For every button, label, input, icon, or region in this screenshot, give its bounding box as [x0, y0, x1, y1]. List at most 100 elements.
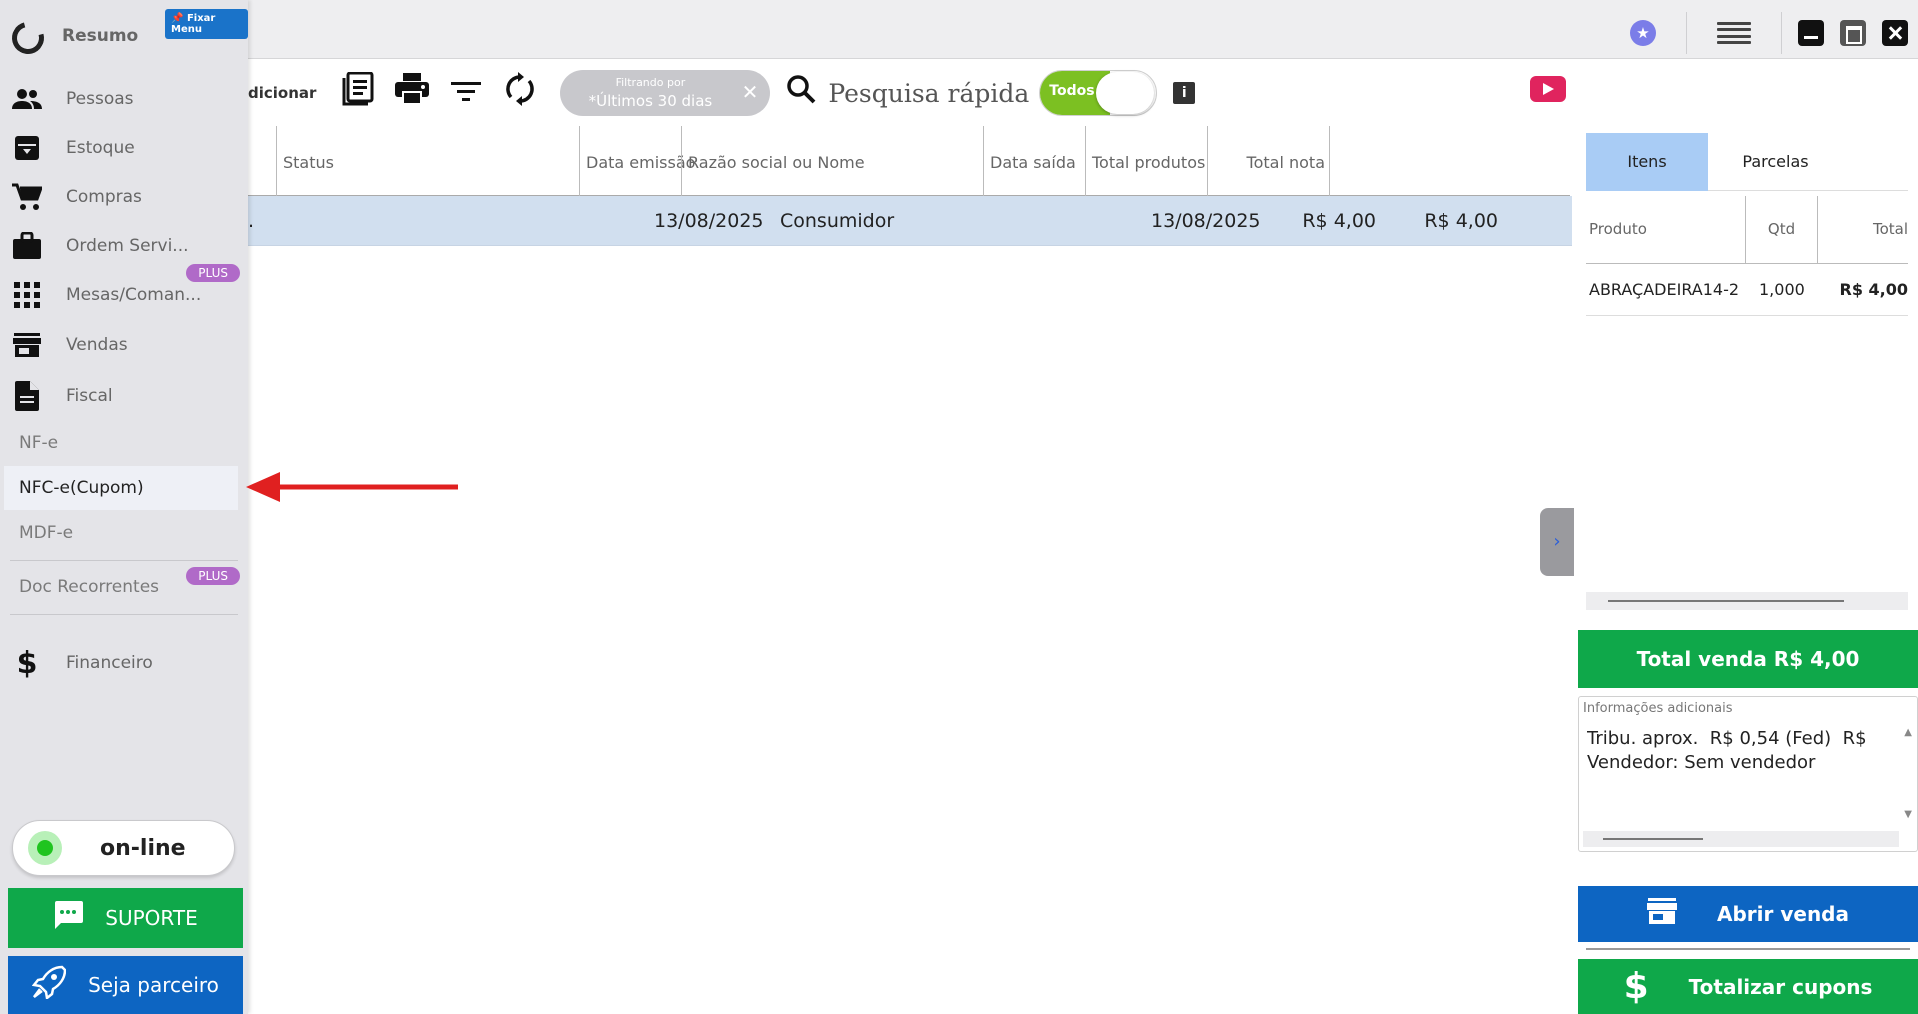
filter-caption: Filtrando por — [615, 76, 686, 89]
column-header[interactable]: Produto — [1589, 196, 1647, 264]
maximize-icon[interactable] — [1840, 20, 1866, 46]
grid-icon — [10, 278, 44, 312]
sidebar-header[interactable]: Resumo 📌 Fixar Menu — [0, 0, 248, 70]
item-produto: ABRAÇADEIRA14-2 — [1589, 280, 1740, 299]
clear-filter-icon[interactable]: ✕ — [742, 80, 759, 104]
column-header[interactable]: Total nota — [1207, 126, 1330, 196]
tab-itens[interactable]: Itens — [1586, 133, 1708, 191]
total-venda-button[interactable]: Total venda R$ 4,00 — [1578, 630, 1918, 688]
todos-toggle[interactable]: Todos — [1039, 70, 1158, 116]
partner-button[interactable]: Seja parceiro — [8, 956, 243, 1014]
sidebar-title[interactable]: Resumo — [62, 26, 138, 46]
report-list-icon[interactable] — [338, 71, 378, 114]
sidebar-item-ordem-servico[interactable]: Ordem Servi... — [0, 223, 248, 269]
chat-icon — [53, 900, 84, 936]
cell-razao-social: Consumidor — [780, 210, 895, 232]
dollar-icon: $ — [16, 645, 38, 681]
title-bar: ★ — [0, 0, 1918, 59]
sidebar-subitem-nfe[interactable]: NF-e — [4, 421, 238, 465]
abrir-venda-button[interactable]: Abrir venda — [1578, 886, 1918, 942]
additional-info-box[interactable]: Informações adicionais Tribu. aprox. R$ … — [1578, 696, 1918, 852]
search-icon[interactable] — [786, 74, 816, 112]
scroll-down-icon[interactable]: ▼ — [1904, 809, 1912, 820]
column-header[interactable]: Total — [1817, 196, 1908, 264]
filter-icon[interactable] — [446, 76, 486, 111]
cell-total-produtos: R$ 4,00 — [1302, 210, 1376, 232]
column-header[interactable]: Qtd — [1745, 196, 1817, 264]
search-input[interactable]: Pesquisa rápida — [828, 79, 1029, 108]
filter-chip[interactable]: Filtrando por *Últimos 30 dias ✕ — [560, 70, 771, 116]
hamburger-menu-icon[interactable] — [1717, 20, 1751, 46]
cart-icon — [10, 180, 44, 214]
cell-data-emissao: 13/08/2025 — [654, 210, 764, 232]
sidebar-item-pessoas[interactable]: Pessoas — [0, 76, 248, 122]
add-button[interactable]: dicionar — [248, 84, 316, 102]
briefcase-icon — [10, 229, 44, 263]
sidebar-item-vendas[interactable]: Vendas — [0, 322, 248, 368]
print-icon[interactable] — [392, 73, 432, 113]
dollar-icon: $ — [1623, 966, 1649, 1007]
column-header[interactable]: Status — [276, 126, 579, 196]
sidebar-item-fiscal[interactable]: Fiscal — [0, 373, 248, 419]
column-header[interactable]: Data emissão — [579, 126, 695, 196]
column-header[interactable]: Razão social ou Nome — [681, 126, 983, 196]
scroll-up-icon[interactable]: ▲ — [1904, 727, 1912, 738]
online-status-label: on-line — [100, 835, 186, 861]
toolbar: dicionar Filtrando por *Últimos 30 dias … — [248, 60, 1568, 126]
video-tutorial-icon[interactable] — [1530, 76, 1566, 102]
table-row[interactable]: . 13/08/2025 Consumidor 13/08/2025 R$ 4,… — [248, 196, 1572, 246]
pin-menu-label: Fixar Menu — [171, 13, 216, 35]
horizontal-scrollbar[interactable] — [1586, 592, 1908, 610]
horizontal-scrollbar[interactable] — [1583, 831, 1899, 847]
annotation-arrow — [246, 472, 458, 502]
sidebar-item-label: Ordem Servi... — [66, 236, 189, 256]
people-icon — [10, 82, 44, 116]
online-indicator-icon — [28, 831, 62, 865]
additional-info-text[interactable]: Tribu. aprox. R$ 0,54 (Fed) R$ Vendedor:… — [1587, 727, 1887, 775]
sidebar-item-label: Fiscal — [66, 386, 113, 406]
logo-icon — [6, 16, 50, 60]
star-icon[interactable]: ★ — [1630, 20, 1656, 46]
info-icon[interactable]: i — [1173, 82, 1196, 104]
store-icon — [1646, 897, 1678, 932]
divider — [10, 614, 238, 615]
document-icon — [10, 379, 44, 413]
partner-label: Seja parceiro — [88, 973, 219, 997]
sidebar-item-estoque[interactable]: Estoque — [0, 125, 248, 171]
sidebar-item-compras[interactable]: Compras — [0, 174, 248, 220]
cell-data-saida: 13/08/2025 — [1151, 210, 1261, 232]
sidebar-subitem-nfce[interactable]: NFC-e(Cupom) — [4, 466, 238, 510]
close-icon[interactable] — [1882, 20, 1908, 46]
sidebar-subitem-mdfe[interactable]: MDF-e — [4, 511, 238, 555]
item-total: R$ 4,00 — [1839, 280, 1909, 299]
column-header[interactable]: Total produtos — [1085, 126, 1207, 196]
items-header: Produto Qtd Total — [1586, 196, 1908, 264]
column-header[interactable]: Data saída — [983, 126, 1085, 196]
totalizar-label: Totalizar cupons — [1688, 974, 1873, 999]
expand-panel-chevron-icon[interactable]: › — [1540, 508, 1574, 576]
support-button[interactable]: SUPORTE — [8, 888, 243, 948]
online-status[interactable]: on-line — [12, 820, 235, 876]
plus-badge: PLUS — [186, 264, 240, 282]
sidebar-item-mesas[interactable]: Mesas/Coman... PLUS — [0, 264, 248, 318]
support-label: SUPORTE — [105, 906, 198, 930]
refresh-icon[interactable] — [500, 72, 540, 114]
tab-parcelas[interactable]: Parcelas — [1708, 133, 1843, 191]
totalizar-cupons-button[interactable]: $ Totalizar cupons — [1578, 959, 1918, 1014]
divider — [1586, 948, 1910, 950]
cell-total-nota: R$ 4,00 — [1424, 210, 1498, 232]
table-header: Status Data emissão Razão social ou Nome… — [248, 126, 1570, 196]
pin-menu-button[interactable]: 📌 Fixar Menu — [165, 9, 248, 39]
sidebar-item-label: Estoque — [66, 138, 135, 158]
divider — [10, 560, 238, 561]
sidebar-item-label: Mesas/Coman... — [66, 285, 202, 305]
abrir-venda-label: Abrir venda — [1717, 902, 1849, 926]
sidebar-item-label: Financeiro — [66, 653, 153, 673]
minimize-icon[interactable] — [1798, 20, 1824, 46]
list-item[interactable]: ABRAÇADEIRA14-2 1,000 R$ 4,00 — [1586, 264, 1908, 316]
sidebar: Resumo 📌 Fixar Menu Pessoas Estoque Comp… — [0, 0, 248, 1014]
sidebar-item-label: Pessoas — [66, 89, 134, 109]
rocket-icon — [31, 965, 67, 1006]
item-qtd: 1,000 — [1759, 280, 1805, 299]
sidebar-item-financeiro[interactable]: $ Financeiro — [0, 640, 248, 686]
